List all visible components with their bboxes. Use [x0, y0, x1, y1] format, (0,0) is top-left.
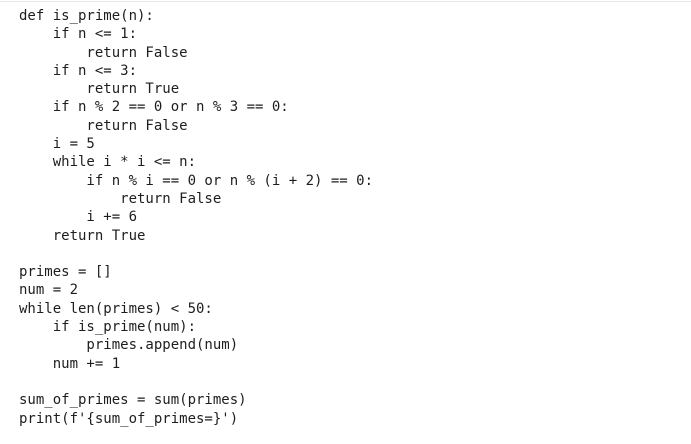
code-line: sum_of_primes = sum(primes) [19, 392, 247, 409]
code-line: i += 6 [19, 209, 138, 226]
code-line: while i * i <= n: [19, 154, 197, 171]
code-line: if is_prime(num): [19, 319, 197, 336]
code-line: if n <= 1: [19, 26, 138, 43]
code-line: def is_prime(n): [19, 8, 154, 24]
top-divider [0, 1, 691, 2]
code-line: return False [19, 117, 188, 134]
code-line: primes = [] [19, 264, 112, 281]
code-line: return True [19, 227, 146, 244]
code-line: return True [19, 81, 180, 98]
code-line: i = 5 [19, 136, 95, 153]
code-line: num += 1 [19, 355, 121, 372]
code-line: print(f'{sum_of_primes=}') [19, 410, 239, 427]
code-line: if n % i == 0 or n % (i + 2) == 0: [19, 172, 374, 189]
code-line: if n % 2 == 0 or n % 3 == 0: [19, 99, 289, 116]
code-line: if n <= 3: [19, 62, 138, 79]
code-line: num = 2 [19, 282, 79, 299]
code-line: return False [19, 44, 188, 61]
code-page: def is_prime(n): if n <= 1: return False… [0, 0, 691, 444]
code-line: primes.append(num) [19, 337, 239, 354]
code-line: while len(primes) < 50: [19, 300, 213, 317]
code-line: return False [19, 190, 222, 207]
code-block: def is_prime(n): if n <= 1: return False… [19, 7, 373, 428]
